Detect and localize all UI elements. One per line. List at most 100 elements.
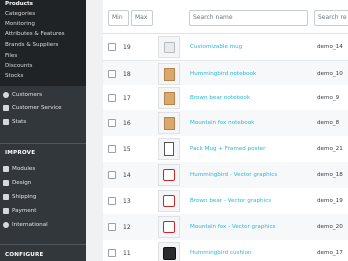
table-row[interactable]: 14 Hummingbird - Vector graphics demo_18 [103,162,348,189]
globe-icon [0,221,12,228]
product-thumbnail[interactable] [158,190,180,212]
sidebar-item-label: International [12,221,48,228]
product-name-link[interactable]: Hummingbird cushion [190,250,252,256]
submenu-item-stocks[interactable]: Stocks [5,73,23,80]
product-id: 17 [123,95,131,102]
sidebar-item-label: Shipping [12,193,37,200]
product-list: Min Max Search name Search re 19 Customi… [103,0,348,261]
price-max-input[interactable]: Max [131,10,153,26]
product-reference: demo_14 [317,44,343,50]
product-reference: demo_10 [317,71,343,77]
sidebar-item-label: Customers [12,91,43,98]
product-name-link[interactable]: Mountain fox notebook [190,120,254,126]
product-reference: demo_8 [317,120,340,126]
product-id: 15 [123,146,131,153]
content-gutter [86,0,103,261]
table-row[interactable]: 19 Customizable mug demo_14 [103,34,348,61]
row-checkbox[interactable] [108,223,116,231]
submenu-item-monitoring[interactable]: Monitoring [5,21,35,28]
row-checkbox[interactable] [108,43,116,51]
product-id: 18 [123,71,131,78]
puzzle-icon [0,165,12,172]
product-name-link[interactable]: Mountain fox - Vector graphics [190,224,275,230]
product-thumbnail[interactable] [158,216,180,238]
filter-row: Min Max Search name Search re [103,0,348,34]
table-row[interactable]: 16 Mountain fox notebook demo_8 [103,110,348,137]
product-reference: demo_18 [317,172,343,178]
sidebar-item-label: Payment [12,207,37,214]
sidebar-item-design[interactable]: Design [0,177,86,188]
table-row[interactable]: 18 Hummingbird notebook demo_10 [103,61,348,88]
sidebar-item-shipping[interactable]: Shipping [0,191,86,202]
submenu-item-discounts[interactable]: Discounts [5,63,32,70]
section-divider [0,143,86,144]
table-row[interactable]: 17 Brown bear notebook demo_9 [103,85,348,112]
row-checkbox[interactable] [108,70,116,78]
section-header-improve: IMPROVE [5,150,36,156]
catalog-submenu: Products Categories Monitoring Attribute… [0,0,86,86]
row-checkbox[interactable] [108,145,116,153]
product-name-link[interactable]: Customizable mug [190,44,242,50]
product-thumbnail[interactable] [158,138,180,160]
sidebar-item-label: Customer Service [12,104,62,111]
product-id: 13 [123,198,131,205]
sidebar-item-label: Design [12,179,32,186]
product-thumbnail[interactable] [158,63,180,85]
product-reference: demo_21 [317,146,343,152]
sidebar-item-label: Modules [12,165,36,172]
row-checkbox[interactable] [108,119,116,127]
sidebar-item-customers[interactable]: Customers [0,89,86,100]
submenu-item-files[interactable]: Files [5,53,17,60]
product-name-link[interactable]: Hummingbird - Vector graphics [190,172,277,178]
sidebar-item-modules[interactable]: Modules [0,163,86,174]
row-checkbox[interactable] [108,94,116,102]
row-checkbox[interactable] [108,197,116,205]
product-thumbnail[interactable] [158,112,180,134]
desktop-icon [0,179,12,186]
section-header-configure: CONFIGURE [5,252,44,258]
table-row[interactable]: 15 Pack Mug + Framed poster demo_21 [103,136,348,163]
product-id: 16 [123,120,131,127]
table-row[interactable]: 11 Hummingbird cushion demo_17 [103,240,348,261]
product-name-link[interactable]: Brown bear - Vector graphics [190,198,271,204]
product-thumbnail[interactable] [158,36,180,58]
sidebar: Products Categories Monitoring Attribute… [0,0,86,261]
product-reference: demo_20 [317,224,343,230]
row-checkbox[interactable] [108,249,116,257]
price-min-input[interactable]: Min [108,10,129,26]
product-reference: demo_19 [317,198,343,204]
table-row[interactable]: 12 Mountain fox - Vector graphics demo_2… [103,214,348,241]
product-name-link[interactable]: Pack Mug + Framed poster [190,146,265,152]
product-name-link[interactable]: Brown bear notebook [190,95,250,101]
sidebar-item-label: Stats [12,118,27,125]
submenu-item-products[interactable]: Products [5,1,33,8]
product-id: 12 [123,224,131,231]
product-id: 14 [123,172,131,179]
product-id: 11 [123,250,131,257]
name-search-input[interactable]: Search name [189,10,308,26]
row-checkbox[interactable] [108,171,116,179]
product-reference: demo_9 [317,95,340,101]
product-name-link[interactable]: Hummingbird notebook [190,71,256,77]
product-reference: demo_17 [317,250,343,256]
sidebar-item-payment[interactable]: Payment [0,205,86,216]
table-row[interactable]: 13 Brown bear - Vector graphics demo_19 [103,188,348,215]
section-divider [0,244,86,245]
sidebar-item-international[interactable]: International [0,219,86,230]
sidebar-item-customer-service[interactable]: Customer Service [0,102,86,113]
account-circle-icon [0,91,12,98]
admin-screen: Products Categories Monitoring Attribute… [0,0,348,261]
reference-search-input[interactable]: Search re [314,10,348,26]
credit-card-icon [0,207,12,214]
submenu-item-attributes-features[interactable]: Attributes & Features [5,31,65,38]
truck-icon [0,193,12,200]
product-id: 19 [123,44,131,51]
product-thumbnail[interactable] [158,242,180,261]
product-thumbnail[interactable] [158,164,180,186]
submenu-item-categories[interactable]: Categories [5,11,35,18]
product-thumbnail[interactable] [158,87,180,109]
submenu-item-brands-suppliers[interactable]: Brands & Suppliers [5,42,58,49]
sidebar-item-stats[interactable]: Stats [0,116,86,127]
chat-icon [0,104,12,111]
bar-chart-icon [0,118,12,125]
